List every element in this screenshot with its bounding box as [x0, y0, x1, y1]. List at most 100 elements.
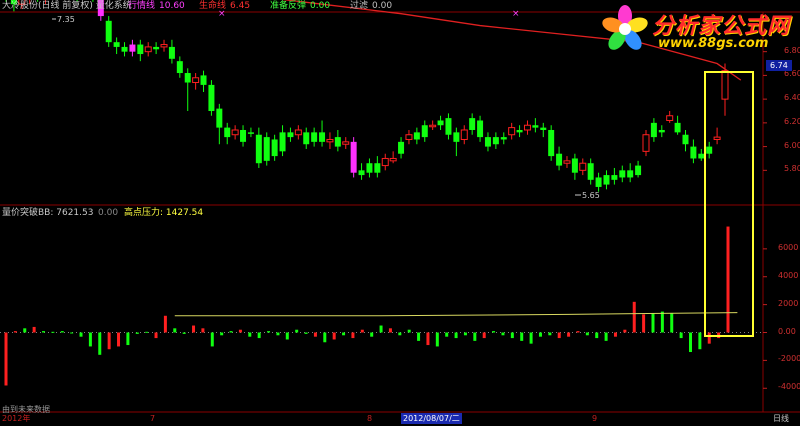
signal-marker-2: ×	[512, 9, 520, 19]
volume-bar	[145, 331, 149, 333]
price-tick-label: 6.20	[784, 116, 800, 126]
high-marker: 7.35	[57, 15, 75, 24]
price-tag: 6.74	[766, 60, 792, 71]
volume-bar	[23, 328, 27, 333]
header-item-value: 0.00	[310, 1, 331, 11]
candle-body-up	[721, 70, 729, 100]
volume-bar	[585, 332, 589, 336]
candle-body-down	[532, 125, 539, 128]
header-item-value: 10.60	[159, 1, 185, 11]
candle-body-down	[627, 170, 634, 178]
volume-bar	[323, 332, 327, 343]
volume-bar	[220, 332, 224, 336]
candle-body-up	[144, 46, 152, 53]
site-logo: 分析家公式网 www.88gs.com	[600, 2, 796, 56]
volume-bar	[642, 314, 646, 333]
volume-bar	[417, 332, 421, 341]
candle-body-down	[224, 127, 231, 138]
volume-bar	[304, 332, 308, 334]
volume-bar	[154, 332, 158, 339]
volume-tick-label: -2000	[778, 354, 800, 364]
volume-bar	[679, 332, 683, 339]
volume-bar	[726, 226, 730, 333]
candle-body-up	[342, 141, 350, 145]
volume-bar	[407, 329, 411, 333]
candle-body-down	[516, 129, 523, 133]
header-item-value: 0.00	[372, 1, 393, 11]
volume-bar	[88, 332, 92, 347]
candle-body-up	[294, 129, 302, 136]
volume-bar	[370, 332, 374, 337]
candle-body-down	[603, 175, 610, 185]
bb-extra-value: 0.00	[98, 208, 119, 218]
volume-bar	[501, 332, 505, 336]
candle-body-down	[121, 46, 128, 52]
volume-bar	[276, 332, 280, 336]
chart-title: 大冷股份(日线 前复权) 量化系统	[2, 1, 132, 11]
candle-body-signal	[350, 141, 357, 173]
volume-tick-label: -4000	[778, 382, 800, 392]
volume-bar	[182, 332, 186, 334]
candle-body-up	[389, 157, 397, 162]
volume-bar	[548, 332, 552, 336]
candle-body-down	[453, 132, 460, 142]
volume-bar	[604, 332, 608, 341]
volume-bar	[285, 332, 289, 340]
candle-body-down	[477, 120, 484, 138]
candle-body-down	[595, 177, 602, 187]
candle-body-up	[160, 44, 168, 48]
period-label[interactable]: 日线	[773, 413, 789, 424]
date-label-aug: 8	[367, 414, 373, 423]
volume-bar	[173, 328, 177, 333]
cursor-date-label[interactable]: 2012/08/07/二	[401, 413, 462, 424]
candle-body-down	[658, 129, 665, 133]
candle-body-down	[311, 132, 318, 142]
candle-body-down	[247, 132, 254, 134]
candle-body-down	[176, 61, 183, 74]
volume-bar	[379, 325, 383, 333]
volume-tick-label: 6000	[778, 242, 799, 252]
date-label-sep: 9	[592, 414, 598, 423]
volume-bar	[98, 332, 102, 355]
volume-tick-label: 4000	[778, 270, 799, 280]
candle-body-down	[366, 163, 373, 173]
volume-bar	[60, 331, 64, 333]
volume-bar	[576, 331, 580, 333]
stock-chart[interactable]: × ×	[0, 0, 800, 426]
candle-body-up	[713, 136, 721, 140]
volume-bar	[538, 332, 542, 337]
volume-bar	[688, 332, 692, 353]
candle-body-down	[200, 75, 207, 85]
volume-bar	[13, 331, 17, 333]
candle-body-down	[587, 163, 594, 180]
volume-bar	[313, 332, 317, 337]
volume-bar	[463, 332, 467, 336]
candle-body-down	[153, 46, 160, 50]
volume-bar	[454, 332, 458, 339]
candle-body-down	[319, 132, 326, 142]
volume-bar	[426, 332, 430, 346]
volume-bar	[229, 331, 233, 333]
volume-bar	[473, 332, 477, 341]
candle-body-down	[706, 146, 713, 154]
candle-body-down	[635, 165, 642, 176]
candle-body-down	[682, 134, 689, 145]
volume-bar	[42, 331, 46, 333]
candle-body-down	[113, 42, 120, 47]
candle-body-down	[500, 137, 507, 140]
candle-body-down	[571, 158, 578, 173]
volume-tick-label: 0.00	[778, 326, 796, 336]
candle-body-down	[137, 44, 144, 55]
volume-bar	[632, 301, 636, 333]
volume-bar	[529, 332, 533, 344]
volume-bar	[4, 332, 8, 386]
volume-bar	[388, 328, 392, 333]
volume-bar	[257, 332, 261, 339]
pressure-value: 高点压力: 1427.54	[124, 208, 204, 218]
volume-bar	[248, 332, 252, 337]
candle-body-down	[398, 141, 405, 154]
volume-bar	[707, 332, 711, 344]
bb-value: BB: 7621.53	[38, 208, 94, 218]
candle-body-down	[611, 175, 618, 180]
volume-bar	[613, 332, 617, 337]
